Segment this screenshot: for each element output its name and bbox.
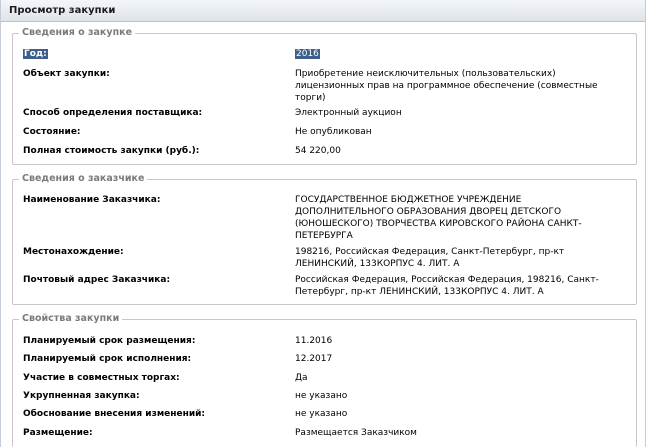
row-value: 2016	[295, 49, 320, 59]
row-label: Год:	[23, 49, 48, 59]
section-legend: Свойства закупки	[19, 313, 123, 325]
row-label: Планируемый срок исполнения:	[23, 354, 192, 364]
section-legend: Сведения о заказчике	[19, 173, 148, 185]
row-value: ГОСУДАРСТВЕННОЕ БЮДЖЕТНОЕ УЧРЕЖДЕНИЕ ДОП…	[295, 195, 582, 241]
section-legend: Сведения о закупке	[19, 27, 136, 39]
row-label: Участие в совместных торгах:	[23, 373, 180, 383]
purchase-info-section: Сведения о закупке Год: 2016 Объект заку…	[12, 27, 637, 165]
row-label: Обоснование внесения изменений:	[23, 409, 206, 419]
row-label: Состояние:	[23, 127, 81, 137]
row-value: Размещается Заказчиком	[295, 428, 417, 438]
row-value: Не опубликован	[295, 127, 372, 137]
row-value: 54 220,00	[295, 146, 341, 156]
row-value: не указано	[295, 409, 348, 419]
purchase-props-section: Свойства закупки Планируемый срок размещ…	[12, 313, 637, 447]
row-label: Полная стоимость закупки (руб.):	[23, 146, 200, 156]
row-value: не указано	[295, 391, 348, 401]
row-value: Российская Федерация, Российская Федерац…	[295, 275, 599, 297]
row-value: Электронный аукцион	[295, 108, 402, 118]
window-title: Просмотр закупки	[1, 0, 645, 22]
row-value: 11.2016	[295, 336, 333, 346]
customer-info-section: Сведения о заказчике Наименование Заказч…	[12, 173, 637, 305]
row-label: Почтовый адрес Заказчика:	[23, 275, 171, 285]
row-label: Наименование Заказчика:	[23, 195, 161, 205]
purchase-view-window: Просмотр закупки Сведения о закупке Год:…	[0, 0, 646, 447]
row-label: Способ определения поставщика:	[23, 108, 203, 118]
row-value: Приобретение неисключительных (пользоват…	[295, 69, 598, 103]
row-label: Планируемый срок размещения:	[23, 336, 196, 346]
row-label: Укрупненная закупка:	[23, 391, 140, 401]
row-label: Размещение:	[23, 428, 93, 438]
row-value: Да	[295, 373, 308, 383]
row-label: Объект закупки:	[23, 69, 110, 79]
row-value: 12.2017	[295, 354, 333, 364]
row-value: 198216, Российская Федерация, Санкт-Пете…	[295, 247, 565, 269]
row-label: Местонахождение:	[23, 247, 124, 257]
